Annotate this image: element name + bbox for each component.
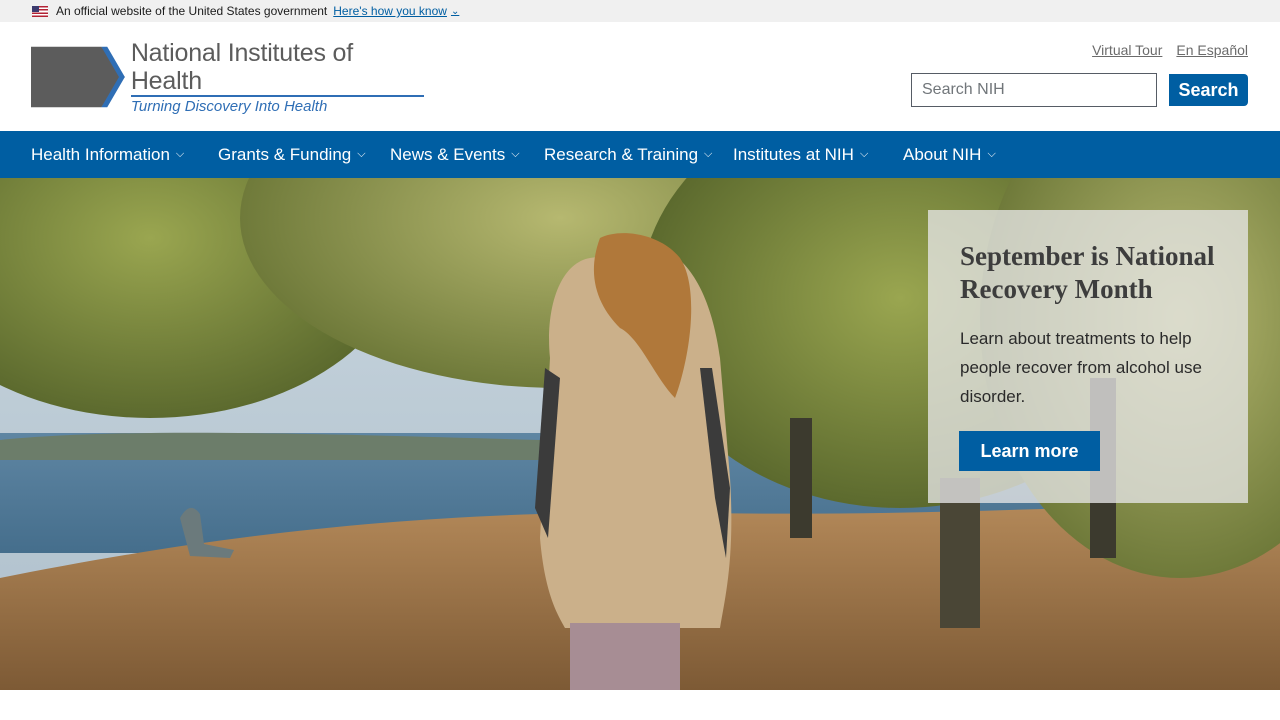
nav-institutes-at-nih[interactable]: Institutes at NIH ⌵ — [733, 143, 868, 166]
search-button[interactable]: Search — [1169, 74, 1248, 106]
virtual-tour-link[interactable]: Virtual Tour — [1092, 42, 1162, 58]
learn-more-button[interactable]: Learn more — [959, 431, 1100, 471]
logo-tagline: Turning Discovery Into Health — [130, 94, 424, 116]
top-links: Virtual Tour En Español — [1092, 42, 1248, 58]
hero-title: September is National Recovery Month — [960, 241, 1215, 304]
nav-news-events[interactable]: News & Events ⌵ — [390, 143, 520, 166]
nav-grants-funding[interactable]: Grants & Funding ⌵ — [218, 143, 366, 166]
logo-text: National Institutes of Health Turning Di… — [130, 38, 424, 116]
chevron-down-icon: ⌵ — [704, 148, 713, 160]
site-header: National Institutes of Health Turning Di… — [0, 22, 1280, 131]
nav-research-training[interactable]: Research & Training ⌵ — [544, 143, 712, 166]
main-nav: Health Information ⌵ Grants & Funding ⌵ Ne… — [0, 131, 1280, 178]
nav-item-label: Health Information — [31, 144, 170, 164]
nih-logo-link[interactable]: National Institutes of Health Turning Di… — [31, 39, 424, 115]
chevron-down-icon: ⌵ — [859, 148, 869, 160]
search-input[interactable] — [911, 73, 1157, 107]
nih-logo-icon — [31, 46, 125, 108]
us-flag-icon — [32, 5, 48, 17]
nav-item-label: Grants & Funding — [218, 144, 352, 164]
chevron-down-icon: ⌵ — [357, 148, 366, 160]
chevron-down-icon: ⌵ — [511, 148, 520, 160]
heres-how-you-know-label: Here's how you know — [333, 4, 447, 18]
nav-item-label: Research & Training — [544, 144, 699, 164]
chevron-down-icon: ⌵ — [175, 148, 185, 160]
nav-health-information[interactable]: Health Information ⌵ — [31, 143, 184, 166]
gov-banner-text: An official website of the United States… — [56, 4, 328, 18]
en-espanol-link[interactable]: En Español — [1176, 42, 1248, 58]
chevron-down-icon: ⌵ — [987, 148, 996, 160]
heres-how-you-know-link[interactable]: Here's how you know ⌄ — [333, 4, 459, 18]
nav-item-label: About NIH — [903, 144, 982, 164]
nav-about-nih[interactable]: About NIH ⌵ — [903, 143, 996, 166]
nav-item-label: Institutes at NIH — [733, 144, 854, 164]
chevron-down-icon: ⌄ — [450, 5, 460, 17]
nav-item-label: News & Events — [390, 144, 506, 164]
hero-body: Learn about treatments to help people re… — [960, 329, 1202, 406]
logo-title: National Institutes of Health — [130, 38, 353, 95]
hero-callout: September is National Recovery Month Lea… — [928, 210, 1248, 503]
gov-banner: An official website of the United States… — [0, 0, 1280, 22]
hero-banner: September is National Recovery Month Lea… — [0, 178, 1280, 690]
